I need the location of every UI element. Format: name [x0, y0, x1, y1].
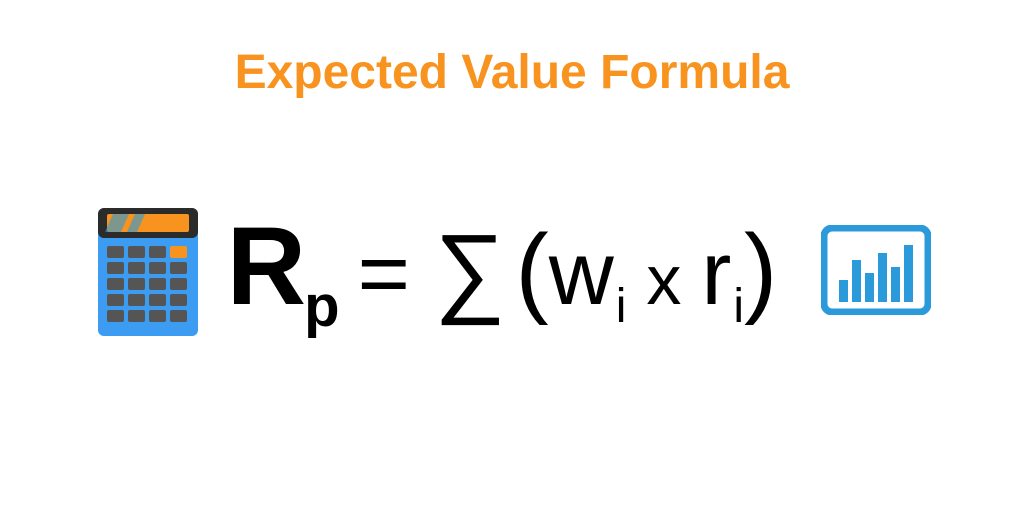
equals-sign: =: [358, 223, 411, 326]
term1-subscript: i: [616, 279, 627, 334]
open-paren: (: [515, 213, 548, 328]
sigma-symbol: ∑: [434, 213, 505, 328]
lhs-subscript: p: [304, 273, 339, 340]
formula-expression: R p = ∑ ( w i x r i ): [227, 212, 778, 328]
page-title: Expected Value Formula: [0, 45, 1024, 100]
calculator-icon: [93, 200, 203, 340]
term2-variable: r: [701, 223, 731, 326]
term1-variable: w: [549, 223, 614, 326]
formula-row: R p = ∑ ( w i x r i ): [0, 200, 1024, 340]
bar-chart-icon: [821, 225, 931, 315]
close-paren: ): [744, 213, 777, 328]
lhs-variable: R: [227, 212, 306, 322]
times-operator: x: [646, 240, 681, 320]
term2-subscript: i: [733, 279, 744, 334]
